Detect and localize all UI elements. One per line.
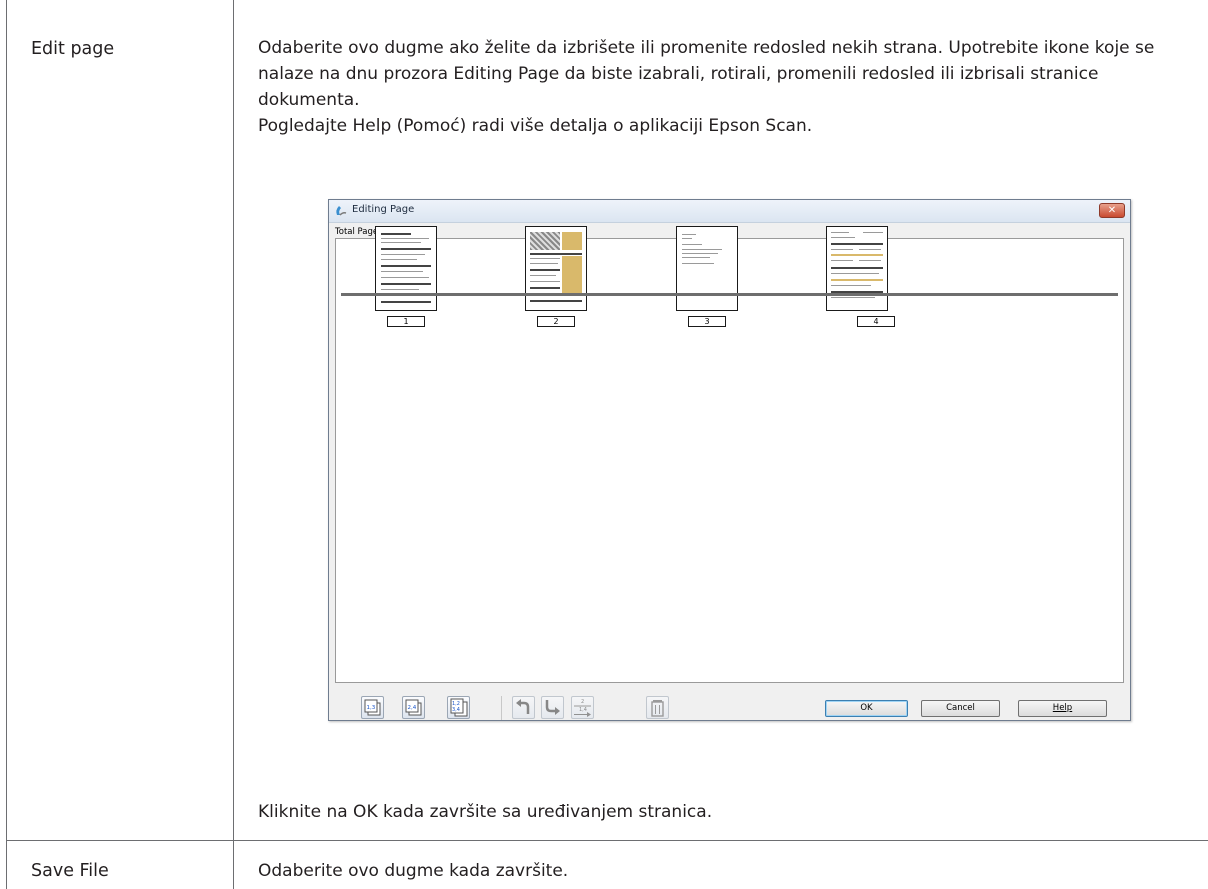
reorder-icon-text-top: 2 <box>581 699 584 705</box>
edit-page-after-note: Kliknite na OK kada završite sa uređivan… <box>258 802 713 822</box>
table-row-divider <box>6 840 1208 841</box>
reorder-icon-text-bottom: 1,4 <box>579 707 587 713</box>
page-number-box: 4 <box>857 316 895 327</box>
dialog-title: Editing Page <box>352 204 415 215</box>
page-number-box: 2 <box>537 316 575 327</box>
dialog-titlebar: Editing Page ✕ <box>329 200 1130 223</box>
select-all-pages-button[interactable]: 1,2 3,4 <box>447 696 470 719</box>
select-odd-pages-icon: 1,3 <box>364 699 381 716</box>
rotate-left-button[interactable] <box>512 696 535 719</box>
edit-page-paragraph-2: Pogledajte Help (Pomoć) radi više detalj… <box>258 116 813 136</box>
rotate-right-button[interactable] <box>541 696 564 719</box>
page-number-box: 1 <box>387 316 425 327</box>
edit-page-paragraph-1: Odaberite ovo dugme ako želite da izbriš… <box>258 38 1155 110</box>
page-thumbnail[interactable] <box>676 226 738 311</box>
select-even-pages-icon: 2,4 <box>405 699 422 716</box>
reorder-pages-icon: 2 1,4 <box>574 699 591 717</box>
thumbnail-row-divider <box>341 293 1118 296</box>
delete-page-button[interactable] <box>646 696 669 719</box>
save-file-description: Odaberite ovo dugme kada završite. <box>258 861 569 881</box>
page-thumbnail[interactable] <box>375 226 437 311</box>
table-left-border <box>6 0 7 889</box>
select-even-pages-button[interactable]: 2,4 <box>402 696 425 719</box>
row-label-save-file: Save File <box>31 861 109 881</box>
close-icon: ✕ <box>1107 205 1117 216</box>
select-all-pages-icon: 1,2 3,4 <box>450 698 468 717</box>
delete-page-icon <box>651 700 664 717</box>
all-pages-icon-text-bottom: 3,4 <box>452 707 460 713</box>
rotate-right-icon <box>545 700 560 715</box>
select-odd-pages-button[interactable]: 1,3 <box>361 696 384 719</box>
edit-page-description: Odaberite ovo dugme ako želite da izbriš… <box>258 35 1204 139</box>
rotate-left-icon <box>516 699 530 714</box>
help-button[interactable]: Help <box>1018 700 1107 717</box>
editing-page-dialog: Editing Page ✕ Total Pages 4 1 2 3 4 1,3… <box>328 199 1131 721</box>
cancel-button[interactable]: Cancel <box>921 700 1000 717</box>
reorder-pages-button[interactable]: 2 1,4 <box>571 696 594 719</box>
page-thumbnail[interactable] <box>826 226 888 311</box>
page-thumbnail[interactable] <box>525 226 587 311</box>
even-pages-icon-text: 2,4 <box>408 705 417 711</box>
toolbar-separator <box>501 696 502 720</box>
page-number-box: 3 <box>688 316 726 327</box>
ok-button[interactable]: OK <box>825 700 908 717</box>
page-thumbnail-pane: 1 2 3 4 <box>335 226 1124 683</box>
close-button[interactable]: ✕ <box>1099 203 1125 218</box>
row-label-edit-page: Edit page <box>31 39 115 59</box>
odd-pages-icon-text: 1,3 <box>367 705 376 711</box>
epson-scan-app-icon <box>336 206 347 216</box>
table-column-divider <box>233 0 234 889</box>
